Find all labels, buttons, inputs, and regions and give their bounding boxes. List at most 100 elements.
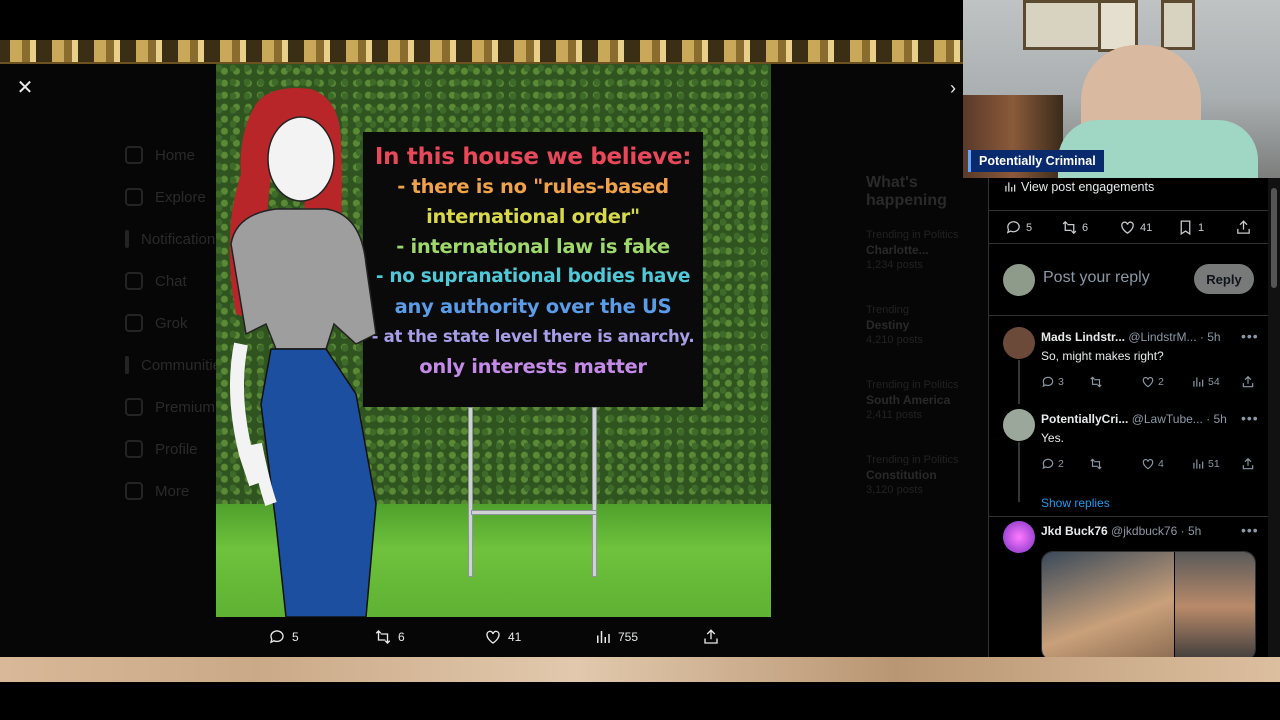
tweet-media[interactable]	[1041, 551, 1256, 657]
tweet-time: · 5h	[1206, 412, 1227, 426]
scrollbar-thumb[interactable]	[1271, 188, 1277, 288]
author-name[interactable]: Jkd Buck76	[1041, 524, 1108, 538]
avatar[interactable]	[1003, 409, 1035, 441]
views-button[interactable]: 54	[1191, 375, 1220, 389]
bookmark-stat[interactable]: 1	[1177, 219, 1204, 236]
tweet-text: So, might makes right?	[1041, 349, 1164, 363]
home-icon	[125, 146, 143, 164]
background-trends: What's happening Trending in Politics Cha…	[866, 174, 986, 528]
share-button[interactable]	[1241, 375, 1255, 389]
reply-stat[interactable]: 5	[1005, 219, 1032, 236]
more-icon[interactable]: •••	[1241, 328, 1259, 344]
sign-line: - no supranational bodies have	[375, 266, 691, 287]
reply-input[interactable]: Post your reply	[1043, 269, 1150, 287]
sign-crossbar	[471, 510, 597, 515]
share-button[interactable]	[702, 622, 720, 652]
like-stat[interactable]: 41	[1119, 219, 1152, 236]
bell-icon	[125, 230, 129, 248]
trend-item: Trending in Politics Charlotte... 1,234 po…	[866, 229, 959, 271]
background-nav-item: Premium	[125, 386, 215, 428]
repost-button[interactable]	[1089, 457, 1103, 471]
views-button[interactable]: 755	[594, 622, 638, 652]
like-button[interactable]: 4	[1141, 457, 1164, 471]
reply-icon	[1042, 458, 1054, 470]
reply-icon	[269, 630, 284, 644]
repost-count: 6	[398, 630, 405, 644]
tweet-text: Yes.	[1041, 431, 1064, 445]
decorative-frame-bottom	[0, 657, 1280, 682]
heart-icon	[1121, 221, 1134, 234]
post-detail-panel: View post engagements 5 6 41 1 Post your…	[988, 178, 1268, 657]
background-nav-item: Home	[125, 134, 215, 176]
background-nav-item: More	[125, 470, 215, 512]
search-icon	[125, 188, 143, 206]
mail-icon	[125, 272, 143, 290]
sign-line: only interests matter	[419, 355, 647, 378]
reply-button[interactable]: 2	[1041, 457, 1064, 471]
sign-line: any authority over the US	[394, 295, 672, 318]
views-button[interactable]: 51	[1191, 457, 1220, 471]
post-image[interactable]: In this house we believe: - there is no …	[216, 64, 771, 617]
avatar	[1003, 264, 1035, 296]
like-button[interactable]: 41	[484, 622, 521, 652]
share-button[interactable]	[1235, 219, 1252, 236]
wall-frame	[1023, 0, 1103, 50]
repost-icon	[1090, 376, 1102, 388]
reply-count: 5	[292, 630, 299, 644]
tweet-media-right[interactable]	[1175, 552, 1255, 657]
reply-submit-button[interactable]: Reply	[1194, 264, 1254, 294]
repost-icon	[1062, 220, 1077, 235]
share-button[interactable]	[1241, 457, 1255, 471]
repost-icon	[375, 630, 391, 644]
thread-line	[1018, 360, 1020, 404]
background-nav-item: Profile	[125, 428, 215, 470]
tweet-media-left[interactable]	[1042, 552, 1174, 657]
close-icon[interactable]: ✕	[12, 75, 38, 101]
more-icon[interactable]: •••	[1241, 522, 1259, 538]
trend-item: Trending Destiny 4,210 posts	[866, 304, 923, 346]
cartoon-woman	[229, 88, 377, 617]
like-button[interactable]: 2	[1141, 375, 1164, 389]
view-count: 755	[618, 630, 639, 644]
trend-item: Trending in Politics Constitution 3,120 po…	[866, 454, 959, 496]
repost-button[interactable]: 6	[374, 622, 405, 652]
share-icon	[1237, 220, 1250, 234]
like-count: 41	[508, 630, 522, 644]
sign-line: international order"	[426, 205, 640, 228]
tweet-time: · 5h	[1180, 524, 1202, 538]
repost-stat[interactable]: 6	[1061, 219, 1088, 236]
view-engagements-link[interactable]: View post engagements	[1003, 178, 1154, 196]
avatar[interactable]	[1003, 327, 1035, 359]
author-handle: @jkdbuck76	[1111, 524, 1178, 538]
reply-icon	[1006, 221, 1020, 234]
background-nav-item: Chat	[125, 260, 215, 302]
thread-line	[1018, 442, 1020, 502]
grok-icon	[125, 314, 143, 332]
heart-icon	[1142, 377, 1154, 388]
profile-icon	[125, 440, 143, 458]
reply-button[interactable]: 3	[1041, 375, 1064, 389]
avatar[interactable]	[1003, 521, 1035, 553]
tweet-header: Jkd Buck76 @jkdbuck76 · 5h	[1041, 524, 1201, 538]
sign-line: In this house we believe:	[374, 144, 692, 170]
show-replies-link[interactable]: Show replies	[1041, 496, 1110, 510]
author-name[interactable]: PotentiallyCri...	[1041, 412, 1128, 426]
repost-button[interactable]	[1089, 375, 1103, 389]
communities-icon	[125, 356, 129, 374]
reply-button[interactable]: 5	[268, 622, 299, 652]
decorative-frame-top	[0, 40, 964, 64]
heart-icon	[486, 630, 500, 644]
author-name[interactable]: Mads Lindstr...	[1041, 330, 1125, 344]
reply-composer: Post your reply Reply	[989, 244, 1268, 316]
engagements-label: View post engagements	[1021, 180, 1155, 194]
trend-item: Trending in Politics South America 2,411 p…	[866, 379, 959, 421]
media-action-bar: 5 6 41 755	[216, 622, 726, 652]
reply-icon	[1042, 376, 1054, 388]
panel-scrollbar[interactable]	[1268, 178, 1280, 657]
bookmark-icon	[1180, 220, 1191, 236]
tweet-actions: 2 4 51	[1041, 457, 1261, 473]
heart-icon	[1142, 459, 1154, 470]
more-icon[interactable]: •••	[1241, 410, 1259, 426]
bar-chart-icon	[1005, 182, 1016, 192]
bar-chart-icon	[597, 631, 610, 643]
